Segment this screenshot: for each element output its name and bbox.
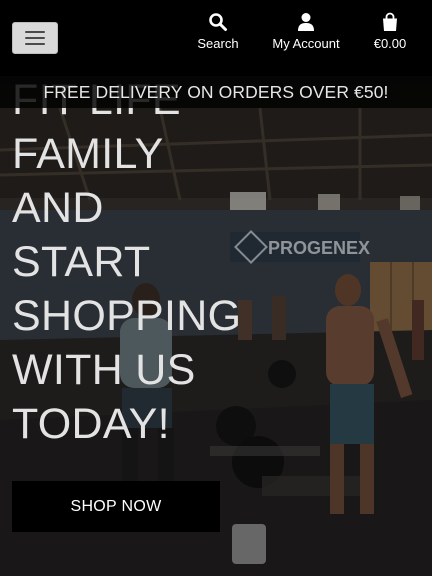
shop-now-button[interactable]: SHOP NOW xyxy=(12,481,220,532)
menu-toggle-button[interactable] xyxy=(12,22,58,54)
search-link[interactable]: Search xyxy=(196,12,240,52)
hero-title-line: AND xyxy=(12,184,104,232)
free-delivery-banner: FREE DELIVERY ON ORDERS OVER €50! xyxy=(0,76,432,108)
user-icon xyxy=(298,13,314,31)
hero-title-line: START xyxy=(12,238,151,286)
my-account-link[interactable]: My Account xyxy=(268,12,344,52)
hamburger-icon xyxy=(25,31,45,33)
hero-title-line: TODAY! xyxy=(12,400,170,448)
hamburger-icon-bar xyxy=(25,37,45,39)
bag-total: €0.00 xyxy=(373,36,407,51)
hero-title-line: FAMILY xyxy=(12,130,164,178)
search-icon xyxy=(209,13,227,31)
hero-title-line: WITH US xyxy=(12,346,196,394)
my-account-label: My Account xyxy=(272,36,340,51)
hamburger-icon-bar xyxy=(25,43,45,45)
site-header: Search My Account €0.00 xyxy=(0,0,432,76)
shopping-bag-link[interactable]: €0.00 xyxy=(368,12,412,52)
hero-title-line: SHOPPING xyxy=(12,292,242,340)
banner-text: FREE DELIVERY ON ORDERS OVER €50! xyxy=(43,81,389,102)
hero-title: FIT LIFE FAMILY AND START SHOPPING WITH … xyxy=(12,73,272,451)
search-label: Search xyxy=(197,36,239,51)
shopping-bag-icon xyxy=(383,12,397,31)
shop-now-label: SHOP NOW xyxy=(70,497,162,515)
